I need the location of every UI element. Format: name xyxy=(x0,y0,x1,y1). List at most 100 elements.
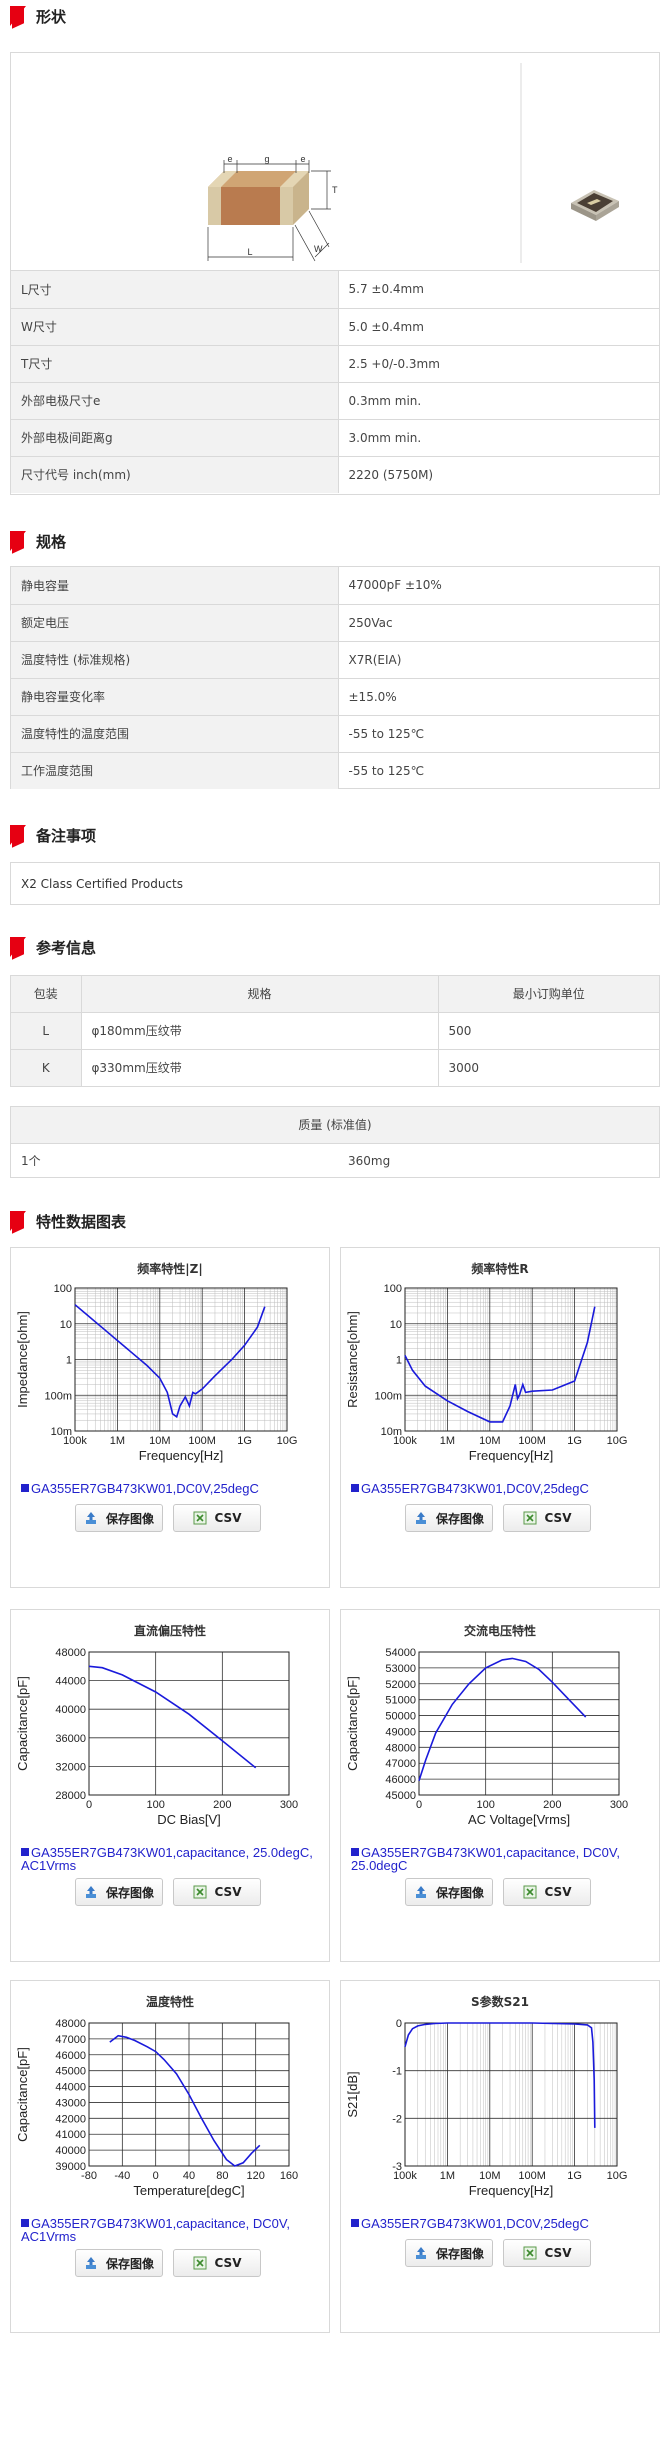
download-icon xyxy=(84,1511,98,1525)
table-row: Kφ330mm压纹带 3000 xyxy=(11,1049,659,1086)
x-tick-label: 10M xyxy=(479,1435,500,1447)
x-tick-label: 1G xyxy=(567,1435,582,1447)
table-row: 温度特性的温度范围 -55 to 125℃ xyxy=(11,715,659,753)
legend-text: GA355ER7GB473KW01,DC0V,25degC xyxy=(361,2216,589,2231)
row-value: ±15.0% xyxy=(338,678,659,716)
csv-button[interactable]: CSV xyxy=(173,1504,261,1532)
y-tick-label: 10m xyxy=(381,1426,402,1438)
y-tick-label: 51000 xyxy=(385,1695,416,1707)
row-value: 0.3mm min. xyxy=(338,382,659,420)
chart-svg: -80 -40 0 40 80 120 16048000470004600045000440… xyxy=(15,2018,298,2198)
row-value: 5.7 ±0.4mm xyxy=(338,271,659,309)
row-value: 2220 (5750M) xyxy=(348,467,434,482)
chart-svg: 100k 1M 10M 100M 1G 10G100101100m10mFrequency… xyxy=(15,1283,298,1463)
chart-legend: GA355ER7GB473KW01,DC0V,25degC xyxy=(351,2217,651,2230)
series-line xyxy=(109,2034,261,2167)
dim-g-label: g xyxy=(264,154,269,164)
section-heading-reference: 参考信息 xyxy=(10,934,96,960)
save-image-button[interactable]: 保存图像 xyxy=(75,1504,163,1532)
mass-table: 质量 (标准值) 1个 360mg xyxy=(11,1107,659,1178)
y-tick-label: 42000 xyxy=(55,2113,86,2125)
chart-card: 温度特性 -80 -40 0 40 80 120 160 48000 47000 46000 4500… xyxy=(10,1980,330,2333)
spreadsheet-icon xyxy=(193,2256,207,2270)
x-tick-label: 300 xyxy=(610,1799,628,1811)
spec-box: 静电容量 47000pF ±10% 额定电压 250Vac 温度特性 (标准规格) X7R… xyxy=(10,566,660,789)
row-label: W尺寸 xyxy=(11,308,339,346)
save-image-button[interactable]: 保存图像 xyxy=(405,2239,493,2267)
x-tick-label: 80 xyxy=(216,2170,228,2182)
csv-button[interactable]: CSV xyxy=(173,1878,261,1906)
section-mark-icon xyxy=(10,825,26,845)
csv-label: CSV xyxy=(214,1511,242,1525)
download-icon xyxy=(414,1885,428,1899)
y-tick-label: 10 xyxy=(390,1319,402,1331)
series-line xyxy=(74,1304,266,1419)
save-image-button[interactable]: 保存图像 xyxy=(75,2249,163,2277)
y-tick-label: 44000 xyxy=(55,1676,86,1688)
x-axis-label: Frequency[Hz] xyxy=(469,2183,554,2198)
chart-legend: GA355ER7GB473KW01,capacitance, DC0V, AC1… xyxy=(21,2217,321,2243)
row-label: 外部电极间距离g xyxy=(11,419,339,457)
chart-card: 直流偏压特性 0 100 200 300 48000 44000 40000 36000 3200… xyxy=(10,1609,330,1962)
mass-header: 质量 (标准值) xyxy=(11,1107,659,1144)
csv-button[interactable]: CSV xyxy=(173,2249,261,2277)
save-image-label: 保存图像 xyxy=(435,2246,484,2261)
x-tick-label: 300 xyxy=(280,1799,298,1811)
section-mark-icon xyxy=(10,6,26,26)
save-image-button[interactable]: 保存图像 xyxy=(405,1878,493,1906)
csv-button[interactable]: CSV xyxy=(503,1504,591,1532)
section-title: 参考信息 xyxy=(36,938,97,957)
dimension-diagram: e g e T L W xyxy=(207,63,619,263)
spreadsheet-icon xyxy=(193,1885,207,1899)
row-value: 2.5 +0/-0.3mm xyxy=(338,345,659,383)
y-axis-label: Impedance[ohm] xyxy=(15,1311,30,1408)
save-image-label: 保存图像 xyxy=(105,2256,154,2271)
legend-text: GA355ER7GB473KW01,capacitance, 25.0degC,… xyxy=(21,1845,313,1873)
chart-card: 频率特性|Z| 100k 1M 10M 100M 1G 10G 100 10 1 100m 10m Fr… xyxy=(10,1247,330,1588)
x-tick-label: 0 xyxy=(86,1799,92,1811)
download-icon xyxy=(414,1511,428,1525)
section-heading-spec: 规格 xyxy=(10,528,66,554)
spreadsheet-icon xyxy=(523,1885,537,1899)
x-tick-label: 10G xyxy=(277,1435,298,1447)
y-tick-label: 43000 xyxy=(55,2097,86,2109)
y-tick-label: 48000 xyxy=(55,1647,86,1659)
x-tick-label: 160 xyxy=(280,2170,298,2182)
row-label: 静电容量变化率 xyxy=(11,678,339,716)
y-tick-label: 48000 xyxy=(55,2018,86,2030)
y-tick-label: -2 xyxy=(392,2113,402,2125)
x-axis-label: Temperature[degC] xyxy=(133,2183,244,2198)
table-row: T尺寸 2.5 +0/-0.3mm xyxy=(11,345,659,383)
x-tick-label: 120 xyxy=(246,2170,264,2182)
y-tick-label: 53000 xyxy=(385,1663,416,1675)
csv-button[interactable]: CSV xyxy=(503,2239,591,2267)
y-axis-label: S21[dB] xyxy=(345,2071,360,2117)
remarks-text: X2 Class Certified Products xyxy=(21,876,183,891)
y-tick-label: 32000 xyxy=(55,1761,86,1773)
x-tick-label: 10G xyxy=(607,1435,628,1447)
packaging-spec: φ330mm压纹带 xyxy=(81,1049,439,1086)
section-heading-remarks: 备注事项 xyxy=(10,822,96,848)
mass-box: 质量 (标准值) 1个 360mg xyxy=(10,1106,660,1178)
packaging-header: 最小订购单位 xyxy=(438,976,659,1013)
x-tick-label: 200 xyxy=(543,1799,561,1811)
chart-legend: GA355ER7GB473KW01,capacitance, DC0V, 25.… xyxy=(351,1846,651,1872)
x-tick-label: 10G xyxy=(607,2170,628,2182)
x-tick-label: 100 xyxy=(476,1799,494,1811)
row-value: X7R(EIA) xyxy=(338,641,659,679)
legend-text: GA355ER7GB473KW01,DC0V,25degC xyxy=(31,1481,259,1496)
save-image-button[interactable]: 保存图像 xyxy=(75,1878,163,1906)
mass-value: 360mg xyxy=(348,1153,391,1168)
table-row: W尺寸 5.0 ±0.4mm xyxy=(11,308,659,346)
dim-e2-label: e xyxy=(300,154,305,164)
legend-swatch xyxy=(351,1848,359,1856)
save-image-button[interactable]: 保存图像 xyxy=(405,1504,493,1532)
shape-box: e g e T L W L尺寸 5.7 ±0.4mm W尺寸 5.0 ±0.4mm T尺… xyxy=(10,52,660,495)
csv-button[interactable]: CSV xyxy=(503,1878,591,1906)
x-tick-label: 100M xyxy=(188,1435,216,1447)
shape-images-area: e g e T L W xyxy=(11,53,659,271)
series-line xyxy=(88,1665,257,1769)
y-tick-label: 45000 xyxy=(385,1790,416,1802)
chart-svg: 0 100 200 300 48000 44000 40000 36000 32000 28000… xyxy=(15,1647,298,1827)
x-axis-label: DC Bias[V] xyxy=(157,1812,221,1827)
